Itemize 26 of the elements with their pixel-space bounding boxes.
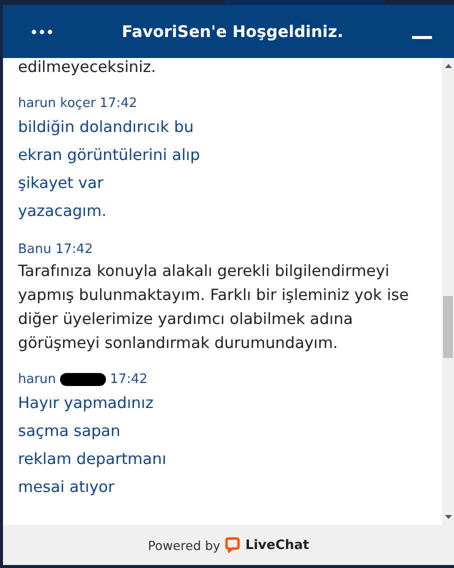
visitor-message: şikayet var: [18, 173, 104, 194]
powered-by-text: Powered by: [148, 538, 220, 552]
message-time: 17:42: [55, 242, 93, 256]
visitor-message: mesai atıyor: [18, 477, 114, 498]
scroll-down-icon[interactable]: [444, 515, 452, 519]
agent-message: Tarafınıza konuyla alakalı gerekli bilgilendirmeyi yapmış bulunmaktayım. Farklı bir işleminiz yok ise diğer üyelerimize yardımcı olabilmek adına görüşmeyi sonlandırmak durumundayım.: [18, 261, 410, 354]
visitor-message: bildiğin dolandırıcık bu: [18, 117, 194, 138]
more-options-icon[interactable]: [31, 28, 53, 34]
visitor-message: saçma sapan: [18, 421, 120, 442]
visitor-message: yazacagım.: [18, 201, 106, 222]
visitor-message: Hayır yapmadınız: [18, 393, 154, 414]
visitor-message: reklam departmanı: [18, 449, 166, 470]
author-name: harun koçer: [18, 96, 96, 110]
message-time: 17:42: [100, 96, 138, 110]
brand-name[interactable]: LiveChat: [245, 538, 310, 552]
scrollbar[interactable]: [442, 58, 454, 525]
agent-message: edilmeyeceksiniz.: [18, 58, 157, 78]
window-title: FavoriSen'e Hoşgeldiniz.: [122, 22, 344, 41]
scroll-up-icon[interactable]: [444, 64, 452, 68]
visitor-message: ekran görüntülerini alıp: [18, 145, 200, 166]
scroll-thumb[interactable]: [443, 296, 453, 358]
message-time: 17:42: [110, 372, 148, 386]
minimize-icon[interactable]: [412, 36, 432, 39]
author-name: harun: [18, 372, 56, 386]
author-name: Banu: [18, 242, 52, 256]
speech-bubble-logo-icon[interactable]: [225, 537, 240, 553]
